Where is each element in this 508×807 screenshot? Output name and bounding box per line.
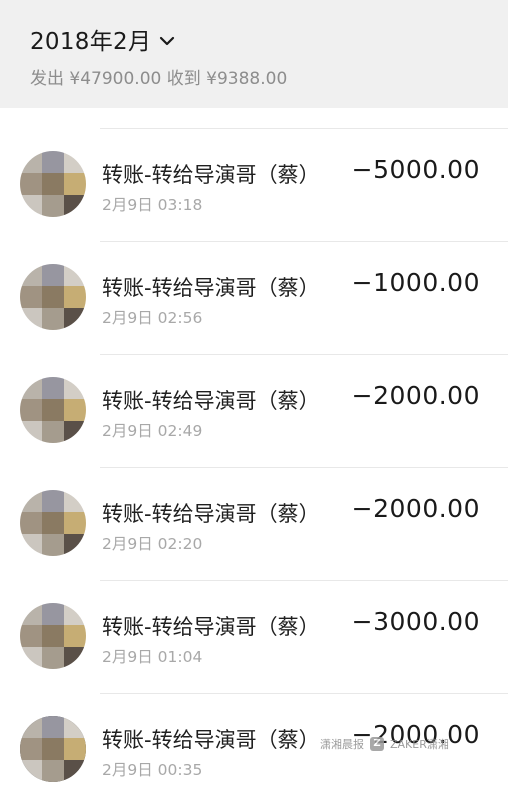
- chevron-down-icon[interactable]: [159, 32, 175, 51]
- month-label: 2018年2月: [30, 29, 152, 55]
- transaction-amount: −2000.00: [351, 381, 480, 410]
- transaction-amount: −2000.00: [351, 494, 480, 523]
- watermark-source: 潇湘晨报: [320, 738, 364, 751]
- transaction-row[interactable]: 转账-转给导演哥（蔡） 2月9日 03:18 −5000.00: [0, 129, 508, 242]
- month-summary: 发出 ¥47900.00 收到 ¥9388.00: [30, 64, 287, 89]
- month-selector[interactable]: 2018年2月: [30, 22, 175, 56]
- avatar: [20, 603, 86, 669]
- transaction-list: 转账-转给导演哥（蔡） 2月9日 03:18 −5000.00 转账-转给导演哥…: [0, 108, 508, 800]
- avatar: [20, 264, 86, 330]
- transaction-time: 2月9日 02:49: [102, 422, 203, 440]
- avatar: [20, 151, 86, 217]
- transaction-title: 转账-转给导演哥（蔡）: [102, 276, 320, 300]
- transaction-row[interactable]: 转账-转给导演哥（蔡） 2月9日 02:20 −2000.00: [0, 468, 508, 581]
- transaction-amount: −1000.00: [351, 268, 480, 297]
- transaction-title: 转账-转给导演哥（蔡）: [102, 615, 320, 639]
- transaction-time: 2月9日 00:35: [102, 761, 203, 779]
- avatar: [20, 377, 86, 443]
- transaction-time: 2月9日 03:18: [102, 196, 203, 214]
- transaction-amount: −3000.00: [351, 607, 480, 636]
- transaction-title: 转账-转给导演哥（蔡）: [102, 728, 320, 752]
- received-total: 收到 ¥9388.00: [166, 69, 288, 89]
- transaction-time: 2月9日 02:56: [102, 309, 203, 327]
- zaker-logo-icon: Z: [370, 737, 384, 751]
- transaction-title: 转账-转给导演哥（蔡）: [102, 389, 320, 413]
- transaction-row[interactable]: 转账-转给导演哥（蔡） 2月9日 02:56 −1000.00: [0, 242, 508, 355]
- watermark: 潇湘晨报 Z ZAKER潇湘: [320, 736, 449, 752]
- transaction-amount: −5000.00: [351, 155, 480, 184]
- avatar: [20, 716, 86, 782]
- transaction-time: 2月9日 01:04: [102, 648, 203, 666]
- avatar: [20, 490, 86, 556]
- transaction-title: 转账-转给导演哥（蔡）: [102, 502, 320, 526]
- transaction-row[interactable]: 转账-转给导演哥（蔡） 2月9日 02:49 −2000.00: [0, 355, 508, 468]
- sent-total: 发出 ¥47900.00: [30, 69, 162, 89]
- bill-header: 2018年2月 发出 ¥47900.00 收到 ¥9388.00: [0, 0, 508, 108]
- watermark-brand: ZAKER潇湘: [390, 738, 449, 751]
- transaction-title: 转账-转给导演哥（蔡）: [102, 163, 320, 187]
- transaction-time: 2月9日 02:20: [102, 535, 203, 553]
- transaction-row[interactable]: 转账-转给导演哥（蔡） 2月9日 01:04 −3000.00: [0, 581, 508, 694]
